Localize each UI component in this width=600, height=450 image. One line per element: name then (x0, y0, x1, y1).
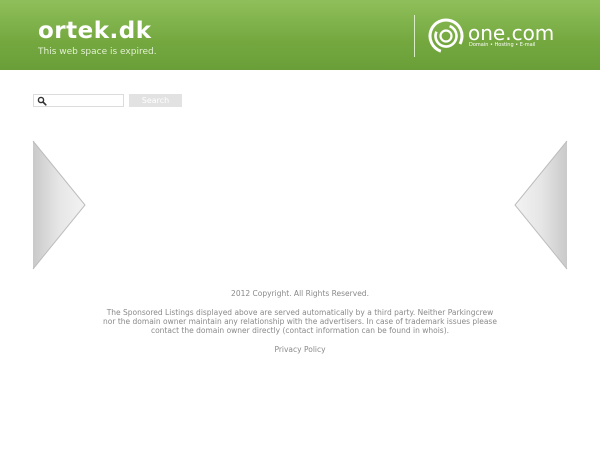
arrow-right-icon[interactable] (514, 140, 568, 270)
brand-link[interactable]: one.com Domain • Hosting • E-mail (428, 18, 568, 54)
expired-notice: This web space is expired. (38, 47, 157, 57)
footer: 2012 Copyright. All Rights Reserved. The… (100, 289, 500, 354)
brand-name: one.com (468, 21, 555, 45)
arrow-left-icon[interactable] (32, 140, 86, 270)
search-button[interactable]: Search (129, 94, 182, 107)
search-input[interactable] (50, 95, 122, 106)
one-com-logo-icon (428, 18, 464, 54)
copyright-text: 2012 Copyright. All Rights Reserved. (231, 289, 369, 298)
search-box (33, 94, 124, 107)
domain-title: ortek.dk (38, 18, 152, 44)
header-bar: ortek.dk This web space is expired. one.… (0, 0, 600, 70)
brand-tagline: Domain • Hosting • E-mail (469, 42, 536, 48)
search-icon (37, 96, 47, 106)
privacy-policy-link[interactable]: Privacy Policy (274, 345, 325, 354)
disclaimer-text: The Sponsored Listings displayed above a… (103, 308, 497, 335)
header-divider (414, 15, 415, 57)
